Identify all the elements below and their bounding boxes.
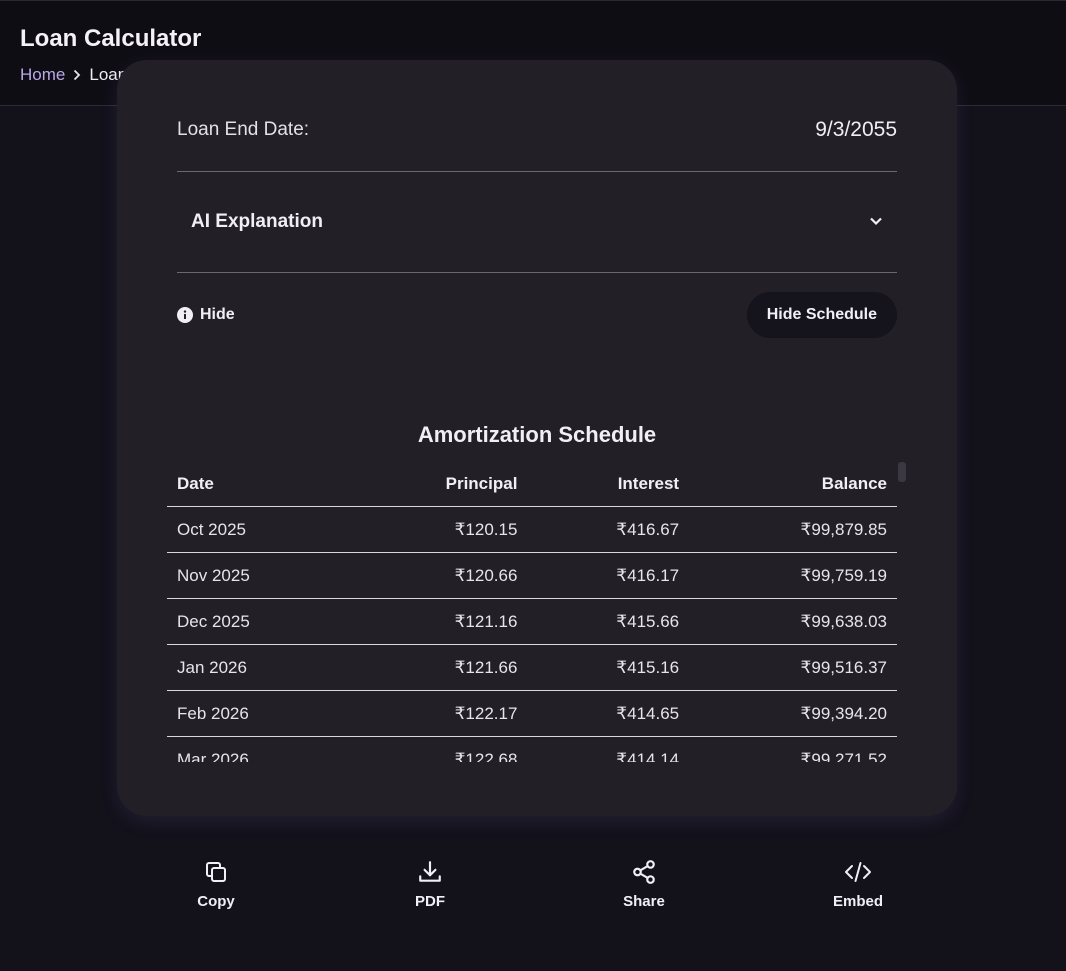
chevron-right-icon [72, 69, 82, 81]
column-header-principal: Principal [445, 474, 518, 493]
share-button[interactable]: Share [538, 858, 750, 910]
cell-balance: ₹99,879.85 [689, 506, 897, 553]
embed-label: Embed [832, 893, 883, 910]
cell-principal: ₹120.66 [348, 552, 528, 599]
hide-toggle[interactable]: Hide [177, 306, 235, 324]
cell-interest: ₹415.16 [527, 644, 690, 691]
cell-principal: ₹120.15 [348, 506, 528, 553]
embed-button[interactable]: Embed [752, 858, 964, 910]
pdf-button[interactable]: PDF [324, 858, 536, 910]
copy-label: Copy [197, 893, 235, 910]
table-row: Nov 2025 ₹120.66 ₹416.17 ₹99,759.19 [167, 552, 897, 599]
cell-date: Dec 2025 [167, 598, 349, 645]
cell-principal: ₹121.16 [348, 598, 528, 645]
cell-principal: ₹121.66 [348, 644, 528, 691]
hide-label: Hide [200, 306, 235, 323]
cell-interest: ₹416.67 [527, 506, 690, 553]
amortization-table: Date Principal Interest Balance Oct 2025… [167, 462, 897, 762]
cell-principal: ₹122.68 [348, 736, 528, 762]
page-title: Loan Calculator [20, 25, 202, 52]
pdf-label: PDF [415, 893, 445, 910]
loan-end-date-value: 9/3/2055 [815, 118, 897, 141]
code-icon [844, 858, 872, 886]
column-header-balance: Balance [821, 474, 887, 493]
cell-interest: ₹414.65 [527, 690, 690, 737]
results-card: Loan End Date: 9/3/2055 AI Explanation H… [117, 60, 957, 816]
cell-balance: ₹99,516.37 [689, 644, 897, 691]
cell-date: Feb 2026 [167, 690, 349, 737]
schedule-controls: Hide Hide Schedule [177, 292, 897, 338]
table-row: Dec 2025 ₹121.16 ₹415.66 ₹99,638.03 [167, 598, 897, 645]
copy-button[interactable]: Copy [110, 858, 322, 910]
amortization-schedule-title: Amortization Schedule [417, 422, 657, 447]
cell-principal: ₹122.17 [348, 690, 528, 737]
table-row: Mar 2026 ₹122.68 ₹414.14 ₹99,271.52 [167, 736, 897, 762]
ai-explanation-toggle[interactable]: AI Explanation [177, 172, 897, 272]
action-bar: Copy PDF Share Embed [110, 858, 964, 910]
table-scrollbar-thumb[interactable] [898, 462, 906, 482]
table-header-row: Date Principal Interest Balance [167, 462, 897, 507]
cell-balance: ₹99,394.20 [689, 690, 897, 737]
cell-date: Jan 2026 [167, 644, 349, 691]
table-row: Jan 2026 ₹121.66 ₹415.16 ₹99,516.37 [167, 644, 897, 691]
cell-interest: ₹415.66 [527, 598, 690, 645]
chevron-down-icon [869, 213, 883, 231]
loan-end-date-label: Loan End Date: [177, 119, 310, 140]
cell-balance: ₹99,271.52 [689, 736, 897, 762]
download-icon [417, 858, 443, 886]
table-row: Feb 2026 ₹122.17 ₹414.65 ₹99,394.20 [167, 690, 897, 737]
cell-date: Mar 2026 [167, 736, 349, 762]
cell-interest: ₹416.17 [527, 552, 690, 599]
loan-end-date-row: Loan End Date: 9/3/2055 [177, 118, 897, 142]
cell-date: Nov 2025 [167, 552, 349, 599]
cell-date: Oct 2025 [167, 506, 349, 553]
cell-interest: ₹414.14 [527, 736, 690, 762]
column-header-date: Date [177, 474, 214, 493]
copy-icon [204, 858, 228, 886]
ai-explanation-title: AI Explanation [191, 211, 323, 232]
cell-balance: ₹99,759.19 [689, 552, 897, 599]
share-icon [631, 858, 657, 886]
cell-balance: ₹99,638.03 [689, 598, 897, 645]
column-header-interest: Interest [617, 474, 680, 493]
table-row: Oct 2025 ₹120.15 ₹416.67 ₹99,879.85 [167, 506, 897, 553]
schedule-table-scroll[interactable]: Date Principal Interest Balance Oct 2025… [167, 462, 897, 762]
info-icon [177, 307, 193, 323]
hide-schedule-button[interactable]: Hide Schedule [746, 292, 897, 338]
share-label: Share [623, 893, 665, 910]
breadcrumb-home-link[interactable]: Home [20, 65, 65, 85]
divider [177, 272, 897, 273]
